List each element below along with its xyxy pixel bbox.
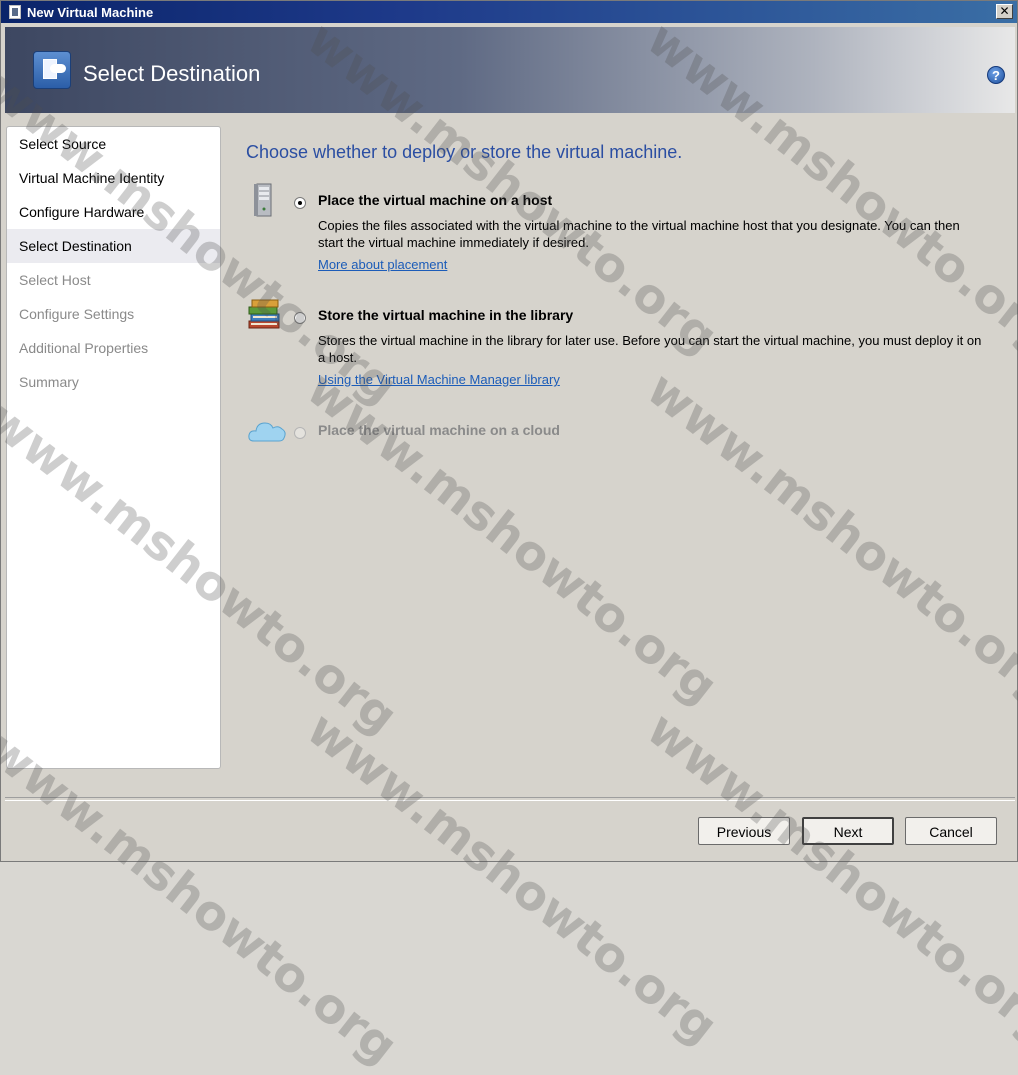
previous-button[interactable]: Previous — [698, 817, 790, 845]
button-separator — [5, 797, 1015, 801]
option-label: Place the virtual machine on a cloud — [318, 422, 560, 438]
option-label: Place the virtual machine on a host — [318, 192, 553, 208]
watermark: www.mshowto.org — [0, 721, 408, 1075]
help-icon[interactable]: ? — [987, 66, 1005, 84]
cloud-icon — [248, 422, 286, 442]
radio-place-on-cloud — [294, 427, 306, 439]
question-heading: Choose whether to deploy or store the vi… — [246, 142, 683, 162]
option-label: Store the virtual machine in the library — [318, 307, 574, 323]
step-select-source[interactable]: Select Source — [7, 127, 220, 161]
watermark: www.mshowto.org — [636, 701, 1018, 1056]
main-content: Choose whether to deploy or store the vi… — [246, 139, 1006, 489]
step-configure-settings: Configure Settings — [19, 306, 135, 322]
title-bar: New Virtual Machine ✕ — [1, 1, 1017, 23]
page-title: Select Destination — [83, 61, 261, 86]
option-store-in-library[interactable]: Store the virtual machine in the library… — [246, 299, 1006, 389]
step-configure-hardware[interactable]: Configure Hardware — [7, 195, 220, 229]
vmm-library-link[interactable]: Using the Virtual Machine Manager librar… — [318, 372, 560, 387]
step-select-host: Select Host — [19, 272, 91, 288]
window-title: New Virtual Machine — [27, 4, 154, 20]
next-button[interactable]: Next — [802, 817, 894, 845]
close-button[interactable]: ✕ — [996, 4, 1013, 19]
option-place-on-cloud: Place the virtual machine on a cloud — [246, 419, 1006, 459]
wizard-header: Select Destination ? — [5, 27, 1015, 113]
option-description: Copies the files associated with the vir… — [318, 218, 960, 250]
wizard-window: New Virtual Machine ✕ Select Destination… — [0, 0, 1018, 1075]
library-books-icon — [248, 299, 280, 329]
step-additional-properties: Additional Properties — [19, 340, 149, 356]
step-summary: Summary — [19, 374, 79, 390]
radio-place-on-host[interactable] — [294, 197, 306, 209]
window-app-icon — [9, 5, 21, 19]
step-select-destination[interactable]: Select Destination — [7, 229, 220, 263]
option-description: Stores the virtual machine in the librar… — [318, 333, 982, 365]
watermark: www.mshowto.org — [296, 701, 728, 1056]
wizard-page-icon — [33, 51, 71, 89]
radio-store-in-library[interactable] — [294, 312, 306, 324]
server-icon — [254, 183, 272, 217]
wizard-steps-list: Select Source Virtual Machine Identity C… — [6, 126, 221, 769]
cancel-button[interactable]: Cancel — [905, 817, 997, 845]
option-place-on-host[interactable]: Place the virtual machine on a host Copi… — [246, 183, 1006, 274]
step-virtual-machine-identity[interactable]: Virtual Machine Identity — [7, 161, 220, 195]
more-about-placement-link[interactable]: More about placement — [318, 257, 447, 272]
